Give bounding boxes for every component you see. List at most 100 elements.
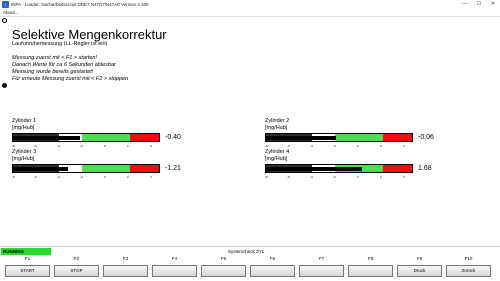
f7-button[interactable] (299, 265, 344, 277)
meter-name: Zylinder 2 (265, 118, 290, 124)
fkey-f1: F1 START (4, 255, 51, 279)
tick-label: 2 (127, 175, 129, 179)
meter-name: Zylinder 3 (12, 149, 37, 155)
back-button[interactable]: Zurück (446, 265, 491, 277)
meter-ticks: -8 -6 -4 -2 0 2 4 (265, 144, 413, 148)
window-controls: — ☐ ✕ (458, 0, 500, 9)
function-key-bar: F1 START F2 STOP F3 F4 F5 F6 F7 F8 F9 Dr… (0, 255, 500, 281)
fkey-name: F9 (416, 256, 423, 261)
tick-label: -8 (265, 175, 268, 179)
app-logo-icon: I (2, 1, 9, 8)
fkey-name: F5 (220, 256, 227, 261)
tick-label: -6 (287, 175, 290, 179)
print-button[interactable]: Druck (397, 265, 442, 277)
page-title: Selektive Mengenkorrektur (12, 27, 167, 42)
meter-zylinder-4: Zylinder 4 [mg/Hub] -8 -6 -4 -2 0 2 4 1.… (265, 149, 495, 189)
fkey-f4: F4 (151, 255, 198, 279)
start-button[interactable]: START (5, 265, 50, 277)
menu-bar: About... (0, 9, 500, 17)
meter-bar (12, 133, 160, 142)
tick-label: -6 (34, 175, 37, 179)
tick-label: -8 (12, 144, 15, 148)
meter-value: -1.21 (165, 165, 181, 172)
close-icon[interactable]: ✕ (486, 0, 500, 9)
f4-button[interactable] (152, 265, 197, 277)
fkey-name: F3 (122, 256, 129, 261)
tick-label: -2 (80, 144, 83, 148)
main-content: Selektive Mengenkorrektur Laufunruhemess… (0, 17, 500, 246)
tick-label: 0 (104, 144, 106, 148)
corner-circle-icon (2, 18, 7, 23)
menu-item-about[interactable]: About... (3, 10, 19, 15)
tick-label: -2 (80, 175, 83, 179)
fkey-f9: F9 Druck (396, 255, 443, 279)
meter-ticks: -8 -6 -4 -2 0 2 4 (12, 175, 160, 179)
meter-fill (266, 136, 336, 140)
tick-label: -4 (310, 144, 313, 148)
instruction-line: Für erneute Messung zuerst mit < F2 > st… (12, 76, 129, 82)
fkey-f8: F8 (347, 255, 394, 279)
tick-label: 4 (150, 175, 152, 179)
fkey-name: F8 (367, 256, 374, 261)
fkey-f6: F6 (249, 255, 296, 279)
maximize-icon[interactable]: ☐ (472, 0, 486, 9)
tick-label: 4 (403, 144, 405, 148)
tick-label: -8 (12, 175, 15, 179)
tick-label: 2 (380, 175, 382, 179)
meter-value: -0.40 (165, 134, 181, 141)
fkey-name: F1 (24, 256, 31, 261)
window-title: INPA - Loader: Nacharbeitsscript DDE7 N4… (11, 2, 149, 7)
fkey-f7: F7 (298, 255, 345, 279)
fkey-f3: F3 (102, 255, 149, 279)
tick-label: -8 (265, 144, 268, 148)
minimize-icon[interactable]: — (458, 0, 472, 9)
tick-label: -6 (34, 144, 37, 148)
meter-value: 1.68 (418, 165, 432, 172)
meter-fill (13, 167, 68, 171)
meter-ticks: -8 -6 -4 -2 0 2 4 (265, 175, 413, 179)
fkey-f2: F2 STOP (53, 255, 100, 279)
meter-fill (266, 167, 362, 171)
f8-button[interactable] (348, 265, 393, 277)
tick-label: 0 (357, 144, 359, 148)
instructions: Messung zuerst mit < F1 > starten! Danac… (12, 55, 128, 83)
f3-button[interactable] (103, 265, 148, 277)
stop-button[interactable]: STOP (54, 265, 99, 277)
tick-label: 4 (150, 144, 152, 148)
meter-unit: [mg/Hub] (265, 125, 288, 131)
tick-label: -4 (310, 175, 313, 179)
page-subtitle: Laufunruhemessung (LL-Regler ist ein) (12, 41, 108, 47)
filled-circle-icon (2, 83, 7, 88)
meter-unit: [mg/Hub] (12, 125, 35, 131)
tick-label: 0 (357, 175, 359, 179)
meter-unit: [mg/Hub] (265, 156, 288, 162)
f5-button[interactable] (201, 265, 246, 277)
tick-label: 0 (104, 175, 106, 179)
meter-fill (13, 136, 80, 140)
tick-label: -4 (57, 144, 60, 148)
meter-bar (12, 164, 160, 173)
f6-button[interactable] (250, 265, 295, 277)
meter-unit: [mg/Hub] (12, 156, 35, 162)
tick-label: 2 (127, 144, 129, 148)
meter-zylinder-3: Zylinder 3 [mg/Hub] -8 -6 -4 -2 0 2 4 -1… (12, 149, 242, 189)
app-window: I INPA - Loader: Nacharbeitsscript DDE7 … (0, 0, 500, 281)
tick-label: -4 (57, 175, 60, 179)
meter-bar (265, 133, 413, 142)
fkey-name: F2 (73, 256, 80, 261)
tick-label: 4 (403, 175, 405, 179)
running-indicator: RUNNING (1, 248, 51, 255)
title-bar: I INPA - Loader: Nacharbeitsscript DDE7 … (0, 0, 500, 9)
instruction-line: Danach Werte für ca 6 Sekunden ablesbar (12, 62, 116, 68)
fkey-name: F10 (464, 256, 473, 261)
fkey-f5: F5 (200, 255, 247, 279)
meter-bar (265, 164, 413, 173)
meter-name: Zylinder 1 (12, 118, 37, 124)
fkey-name: F4 (171, 256, 178, 261)
fkey-name: F6 (269, 256, 276, 261)
tick-label: 2 (380, 144, 382, 148)
status-message: Systemcheck ZYL (228, 249, 265, 254)
fkey-f10: F10 Zurück (445, 255, 492, 279)
tick-label: -2 (333, 144, 336, 148)
status-bar: RUNNING Systemcheck ZYL (0, 246, 500, 255)
